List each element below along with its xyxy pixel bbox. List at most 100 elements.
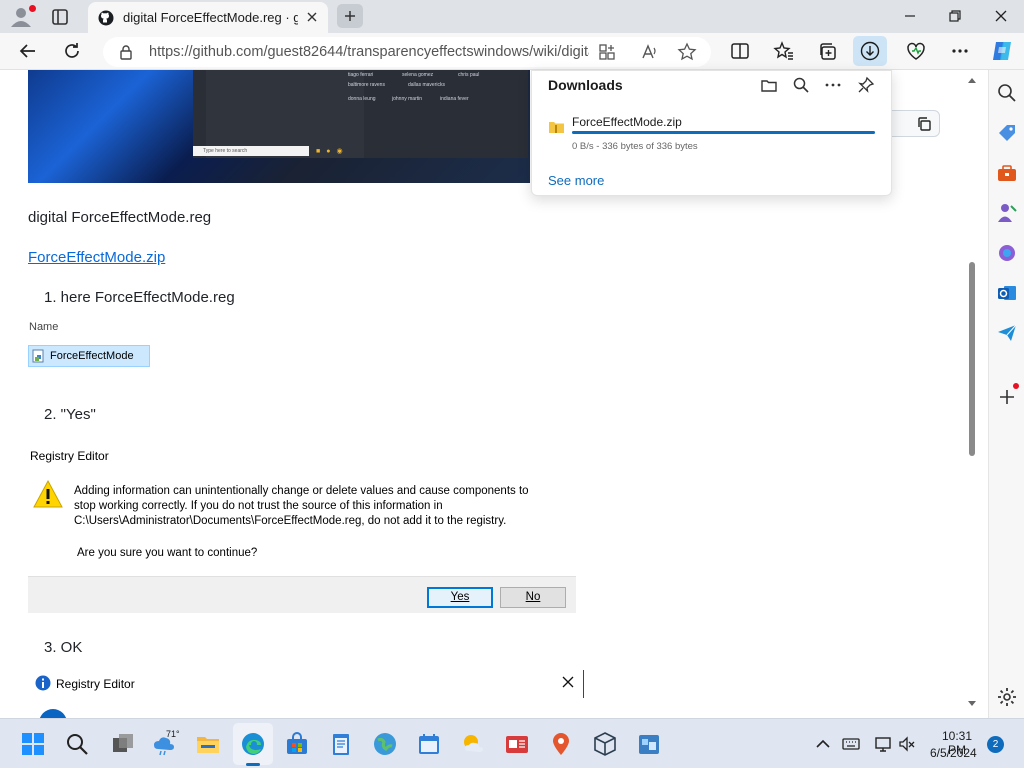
step-3-text: 3. OK bbox=[44, 639, 83, 656]
zip-folder-icon bbox=[549, 122, 564, 133]
start-windows-icon[interactable] bbox=[20, 731, 46, 757]
downloads-button[interactable] bbox=[853, 36, 887, 66]
info-icon-partial bbox=[39, 709, 67, 718]
collections-icon[interactable] bbox=[817, 40, 839, 62]
back-arrow-icon[interactable] bbox=[17, 40, 39, 62]
message-line: C:\Users\Administrator\Documents\ForceEf… bbox=[74, 515, 507, 527]
copilot-icon[interactable] bbox=[990, 39, 1014, 63]
favorites-icon[interactable] bbox=[773, 40, 795, 62]
download-icon bbox=[860, 41, 880, 61]
shopping-tag-icon[interactable] bbox=[996, 122, 1018, 144]
split-screen-icon[interactable] bbox=[729, 40, 751, 62]
info-dialog-header: Registry Editor bbox=[28, 670, 584, 698]
news-icon[interactable] bbox=[504, 731, 530, 757]
tab-title: digital ForceEffectMode.reg · guest82644… bbox=[123, 10, 298, 25]
download-status: 0 B/s - 336 bytes of 336 bytes bbox=[572, 141, 698, 152]
zip-download-link[interactable]: ForceEffectMode.zip bbox=[28, 249, 165, 266]
read-aloud-icon[interactable] bbox=[640, 43, 658, 61]
keyboard-icon[interactable] bbox=[842, 735, 860, 753]
browser-toolbar: https://github.com/guest82644/transparen… bbox=[0, 33, 1024, 70]
task-view-icon[interactable] bbox=[110, 731, 136, 757]
close-tab-icon[interactable] bbox=[303, 8, 321, 26]
edge-sidebar bbox=[988, 70, 1024, 718]
taskbar: 71° 10:31 PM 6/5/2024 2 bbox=[0, 718, 1024, 768]
minimize-icon[interactable] bbox=[899, 6, 921, 26]
downloads-panel: Downloads ForceEffectMode.zip 0 B/s - 33… bbox=[531, 70, 892, 196]
scroll-up-icon[interactable] bbox=[967, 76, 977, 84]
weather-app-icon[interactable] bbox=[460, 731, 486, 757]
yes-button[interactable]: Yes bbox=[427, 587, 493, 608]
active-indicator bbox=[246, 763, 260, 766]
search-downloads-icon[interactable] bbox=[792, 76, 810, 94]
network-icon[interactable] bbox=[874, 735, 892, 753]
notification-badge[interactable]: 2 bbox=[987, 736, 1004, 753]
download-progress-bar bbox=[572, 131, 875, 134]
hero-chip: johnny martin bbox=[392, 96, 423, 102]
download-file-name[interactable]: ForceEffectMode.zip bbox=[572, 115, 682, 129]
reg-file-row[interactable]: ForceEffectMode bbox=[28, 345, 150, 367]
send-icon[interactable] bbox=[996, 322, 1018, 344]
maps-pin-icon[interactable] bbox=[548, 731, 574, 757]
microsoft-365-icon[interactable] bbox=[996, 242, 1018, 264]
warning-icon bbox=[33, 479, 63, 508]
3d-box-icon[interactable] bbox=[592, 731, 618, 757]
show-hidden-icons-icon[interactable] bbox=[814, 735, 832, 753]
favorite-star-icon[interactable] bbox=[677, 42, 697, 62]
tools-icon[interactable] bbox=[996, 162, 1018, 184]
copy-icon[interactable] bbox=[916, 116, 932, 132]
hero-chip: donna leung bbox=[348, 96, 376, 102]
close-window-icon[interactable] bbox=[990, 6, 1012, 26]
see-more-link[interactable]: See more bbox=[548, 173, 604, 188]
plus-icon bbox=[345, 11, 355, 21]
notepad-icon[interactable] bbox=[328, 731, 354, 757]
page-heading: digital ForceEffectMode.reg bbox=[28, 209, 212, 226]
no-button[interactable]: No bbox=[500, 587, 566, 608]
app-available-icon[interactable] bbox=[598, 43, 616, 61]
maps-globe-icon[interactable] bbox=[372, 731, 398, 757]
more-options-icon[interactable] bbox=[949, 40, 971, 62]
more-actions-icon[interactable] bbox=[824, 76, 842, 94]
hero-chip: chris paul bbox=[458, 72, 480, 78]
lock-icon[interactable] bbox=[119, 44, 133, 60]
tab-actions-icon[interactable] bbox=[50, 7, 70, 27]
page-scrollbar[interactable] bbox=[966, 70, 978, 718]
calendar-icon[interactable] bbox=[416, 731, 442, 757]
hero-chip: indiana fever bbox=[440, 96, 469, 102]
store-icon[interactable] bbox=[284, 731, 310, 757]
new-tab-button[interactable] bbox=[337, 4, 363, 28]
close-icon bbox=[562, 676, 574, 688]
registry-app-icon[interactable] bbox=[636, 731, 662, 757]
outlook-icon[interactable] bbox=[996, 282, 1018, 304]
hero-chip: selena gomez bbox=[402, 72, 434, 78]
tab-github-wiki[interactable]: digital ForceEffectMode.reg · guest82644… bbox=[88, 2, 328, 33]
scroll-down-icon[interactable] bbox=[967, 700, 977, 708]
info-icon bbox=[35, 675, 51, 691]
downloads-title: Downloads bbox=[548, 77, 623, 93]
pin-icon[interactable] bbox=[857, 76, 875, 94]
refresh-icon[interactable] bbox=[61, 40, 83, 62]
edge-browser-icon[interactable] bbox=[240, 731, 266, 757]
search-icon[interactable] bbox=[996, 82, 1018, 104]
profile-alert-dot bbox=[29, 5, 36, 12]
hero-chip: baltimore ravens bbox=[348, 82, 385, 88]
games-icon[interactable] bbox=[996, 202, 1018, 224]
open-folder-icon[interactable] bbox=[760, 76, 778, 94]
address-bar[interactable]: https://github.com/guest82644/transparen… bbox=[103, 37, 711, 67]
volume-muted-icon[interactable] bbox=[898, 735, 916, 753]
hero-taskbar-icons: ■●◉ bbox=[316, 148, 349, 155]
sidebar-alert-dot bbox=[1013, 383, 1019, 389]
hero-chip: tiago ferrari bbox=[348, 72, 374, 78]
file-explorer-icon[interactable] bbox=[195, 731, 221, 757]
clock-date[interactable]: 6/5/2024 bbox=[930, 746, 977, 760]
url-text[interactable]: https://github.com/guest82644/transparen… bbox=[149, 44, 589, 60]
restore-icon[interactable] bbox=[944, 6, 966, 26]
settings-gear-icon[interactable] bbox=[996, 686, 1018, 708]
registry-question: Are you sure you want to continue? bbox=[77, 547, 258, 559]
browser-essentials-icon[interactable] bbox=[905, 40, 927, 62]
scrollbar-thumb[interactable] bbox=[969, 262, 975, 456]
registry-dialog-footer: Yes No bbox=[28, 576, 576, 613]
taskbar-search-icon[interactable] bbox=[64, 731, 90, 757]
step-1-text: 1. here ForceEffectMode.reg bbox=[44, 289, 235, 306]
add-icon[interactable] bbox=[996, 386, 1018, 408]
registry-warning-message: Adding information can unintentionally c… bbox=[74, 484, 574, 529]
